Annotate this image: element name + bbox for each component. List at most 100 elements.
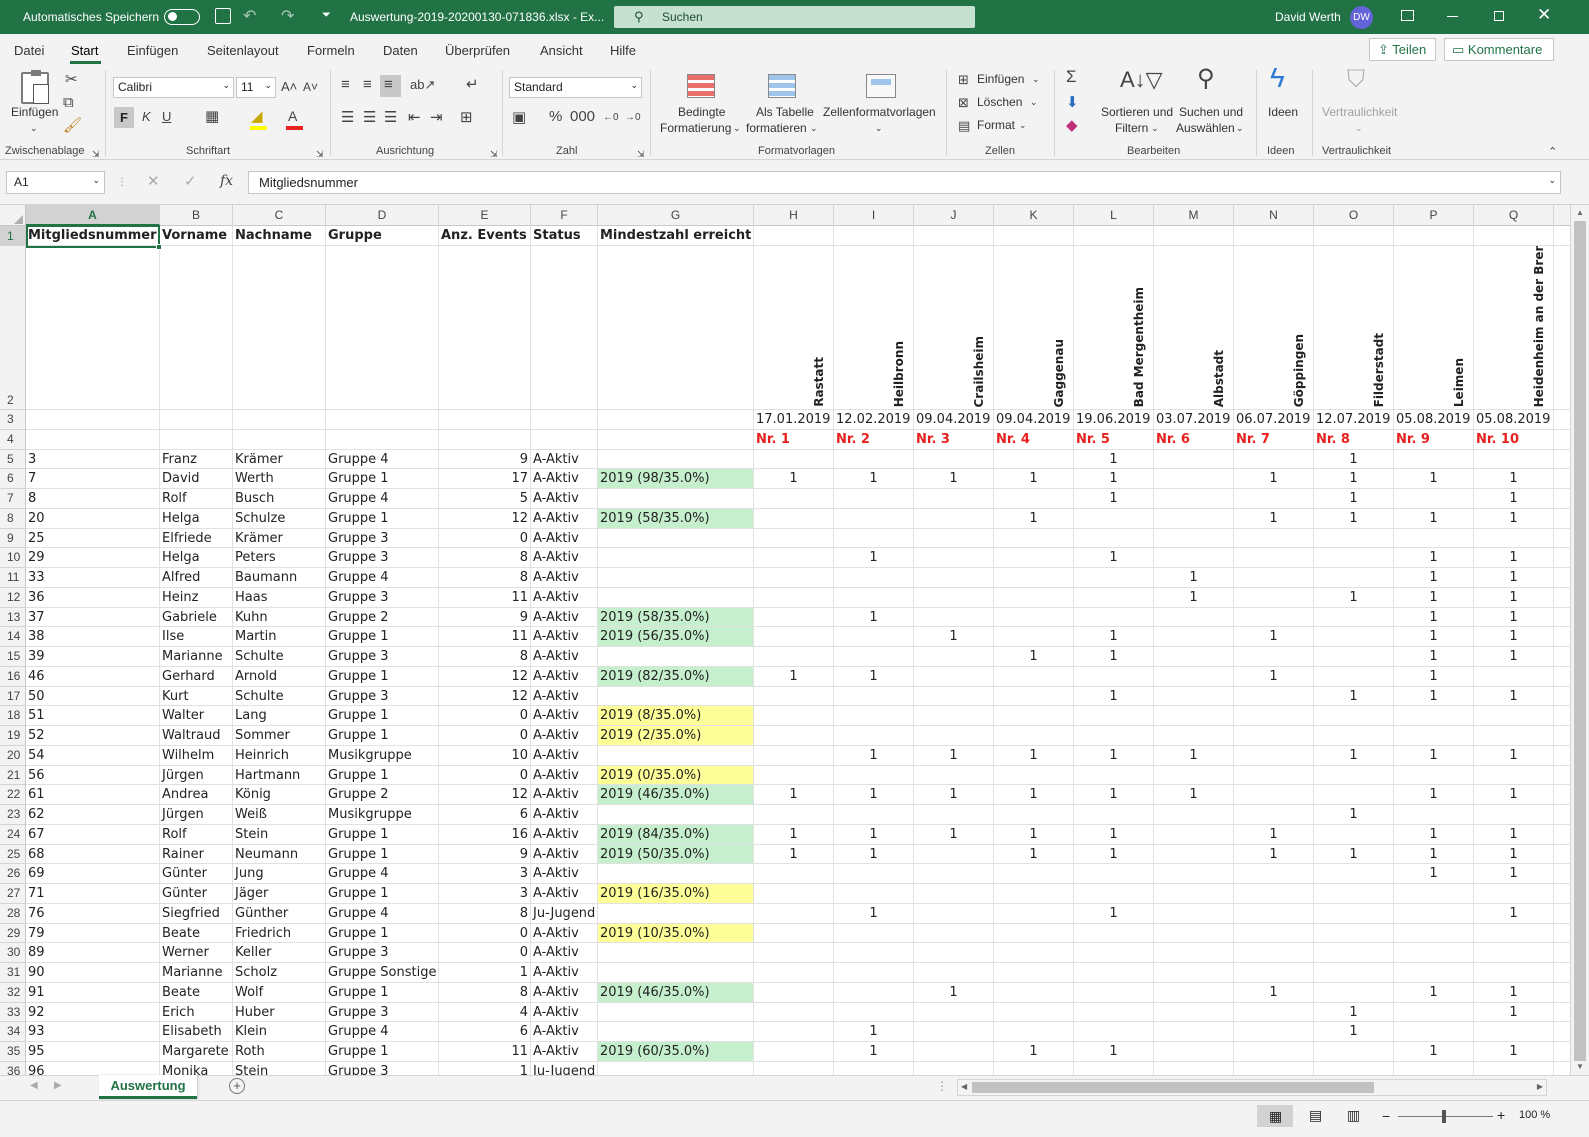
events-count-cell[interactable]: 12 <box>439 785 531 804</box>
attendance-cell[interactable] <box>1154 923 1234 943</box>
attendance-cell[interactable]: 1 <box>914 469 994 488</box>
sensitivity-icon[interactable]: ⛉ <box>1347 68 1365 92</box>
conditional-format-label-1[interactable]: Bedingte <box>678 105 725 120</box>
member-number-cell[interactable]: 38 <box>26 627 160 646</box>
events-count-cell[interactable]: 0 <box>439 706 531 725</box>
status-cell[interactable]: A-Aktiv <box>531 1022 598 1041</box>
status-cell[interactable]: A-Aktiv <box>531 963 598 982</box>
row-header[interactable]: 32 <box>0 982 26 1003</box>
fill-icon[interactable]: ⬇ <box>1066 95 1079 111</box>
align-middle-icon[interactable]: ≡ <box>363 77 372 93</box>
last-name-cell[interactable]: Werth <box>233 469 326 488</box>
attendance-cell[interactable]: 1 <box>834 745 914 765</box>
tab-formeln[interactable]: Formeln <box>307 43 355 58</box>
min-reached-cell[interactable]: 2019 (2/35.0%) <box>598 726 754 745</box>
column-header[interactable]: I <box>834 205 914 226</box>
attendance-cell[interactable] <box>1474 706 1554 725</box>
group-cell[interactable]: Gruppe 1 <box>326 923 439 943</box>
member-number-cell[interactable]: 39 <box>26 647 160 666</box>
attendance-cell[interactable]: 1 <box>754 785 834 804</box>
row-header[interactable]: 2 <box>0 246 26 410</box>
row-header[interactable]: 1 <box>0 226 26 246</box>
column-header[interactable]: F <box>531 205 598 226</box>
attendance-cell[interactable]: 1 <box>1474 1042 1554 1061</box>
row-header[interactable]: 19 <box>0 726 26 746</box>
last-name-cell[interactable]: Jäger <box>233 884 326 903</box>
attendance-cell[interactable] <box>834 884 914 903</box>
borders-icon[interactable]: ▦ <box>205 109 219 125</box>
member-number-cell[interactable]: 51 <box>26 706 160 725</box>
autosum-icon[interactable]: Σ <box>1066 68 1077 85</box>
attendance-cell[interactable] <box>754 568 834 587</box>
last-name-cell[interactable]: Stein <box>233 1061 326 1075</box>
attendance-cell[interactable] <box>1394 1002 1474 1022</box>
attendance-cell[interactable] <box>754 587 834 607</box>
attendance-cell[interactable] <box>754 489 834 508</box>
attendance-cell[interactable] <box>834 647 914 666</box>
attendance-cell[interactable] <box>1154 508 1234 528</box>
attendance-cell[interactable] <box>994 528 1074 548</box>
min-reached-cell[interactable] <box>598 1022 754 1041</box>
sort-filter-label-2[interactable]: Filtern <box>1115 121 1148 136</box>
row-header[interactable]: 31 <box>0 963 26 983</box>
attendance-cell[interactable] <box>1394 528 1474 548</box>
row-header[interactable]: 36 <box>0 1061 26 1075</box>
attendance-cell[interactable] <box>1074 963 1154 982</box>
attendance-cell[interactable] <box>994 587 1074 607</box>
attendance-cell[interactable] <box>914 686 994 706</box>
worksheet-grid[interactable]: ABCDEFGHIJKLMNOPQ 1 Mitgliedsnummer Vornam… <box>0 205 1570 1075</box>
attendance-cell[interactable] <box>754 943 834 962</box>
attendance-cell[interactable]: 1 <box>914 824 994 844</box>
group-cell[interactable]: Gruppe 4 <box>326 449 439 469</box>
attendance-cell[interactable] <box>834 686 914 706</box>
attendance-cell[interactable] <box>914 884 994 903</box>
zoom-thumb[interactable] <box>1442 1110 1446 1123</box>
attendance-cell[interactable] <box>1234 548 1314 567</box>
attendance-cell[interactable] <box>1474 943 1554 962</box>
column-header[interactable]: B <box>160 205 233 226</box>
merge-center-icon[interactable]: ⊞ <box>460 110 473 126</box>
group-cell[interactable]: Gruppe Sonstige <box>326 963 439 982</box>
attendance-cell[interactable]: 1 <box>1394 864 1474 883</box>
first-name-cell[interactable]: Marianne <box>160 963 233 982</box>
attendance-cell[interactable]: 1 <box>834 1022 914 1041</box>
attendance-cell[interactable] <box>1394 963 1474 982</box>
attendance-cell[interactable] <box>1474 1022 1554 1041</box>
search-box[interactable]: ⚲ Suchen <box>614 6 975 28</box>
member-number-cell[interactable]: 76 <box>26 903 160 923</box>
status-cell[interactable]: A-Aktiv <box>531 607 598 627</box>
attendance-cell[interactable] <box>1394 805 1474 824</box>
scroll-left-icon[interactable]: ◀ <box>961 1082 967 1091</box>
last-name-cell[interactable]: Krämer <box>233 528 326 548</box>
attendance-cell[interactable] <box>1234 864 1314 883</box>
attendance-cell[interactable] <box>1234 765 1314 785</box>
attendance-cell[interactable] <box>1074 508 1154 528</box>
delete-cells-icon[interactable]: ⊠ <box>958 95 969 111</box>
last-name-cell[interactable]: Günther <box>233 903 326 923</box>
increase-decimal-icon[interactable]: ←0 <box>603 110 619 126</box>
attendance-cell[interactable]: 1 <box>1074 686 1154 706</box>
row-header[interactable]: 13 <box>0 607 26 628</box>
cell[interactable] <box>326 410 439 429</box>
tab-start[interactable]: Start <box>71 43 98 58</box>
member-number-cell[interactable]: 61 <box>26 785 160 804</box>
attendance-cell[interactable] <box>1394 489 1474 508</box>
attendance-cell[interactable] <box>834 508 914 528</box>
align-top-icon[interactable]: ≡ <box>341 77 350 93</box>
row-header[interactable]: 22 <box>0 785 26 805</box>
last-name-cell[interactable]: Weiß <box>233 805 326 824</box>
maximize-icon[interactable] <box>1494 11 1504 21</box>
attendance-cell[interactable] <box>1154 805 1234 824</box>
attendance-cell[interactable]: 1 <box>1314 844 1394 864</box>
attendance-cell[interactable] <box>914 607 994 627</box>
attendance-cell[interactable] <box>834 627 914 646</box>
last-name-cell[interactable]: Roth <box>233 1042 326 1061</box>
attendance-cell[interactable] <box>834 706 914 725</box>
min-reached-cell[interactable]: 2019 (50/35.0%) <box>598 844 754 864</box>
attendance-cell[interactable] <box>754 647 834 666</box>
group-cell[interactable]: Gruppe 1 <box>326 706 439 725</box>
row-header[interactable]: 17 <box>0 686 26 707</box>
member-number-cell[interactable]: 3 <box>26 449 160 469</box>
row-header[interactable]: 11 <box>0 568 26 588</box>
status-cell[interactable]: A-Aktiv <box>531 805 598 824</box>
